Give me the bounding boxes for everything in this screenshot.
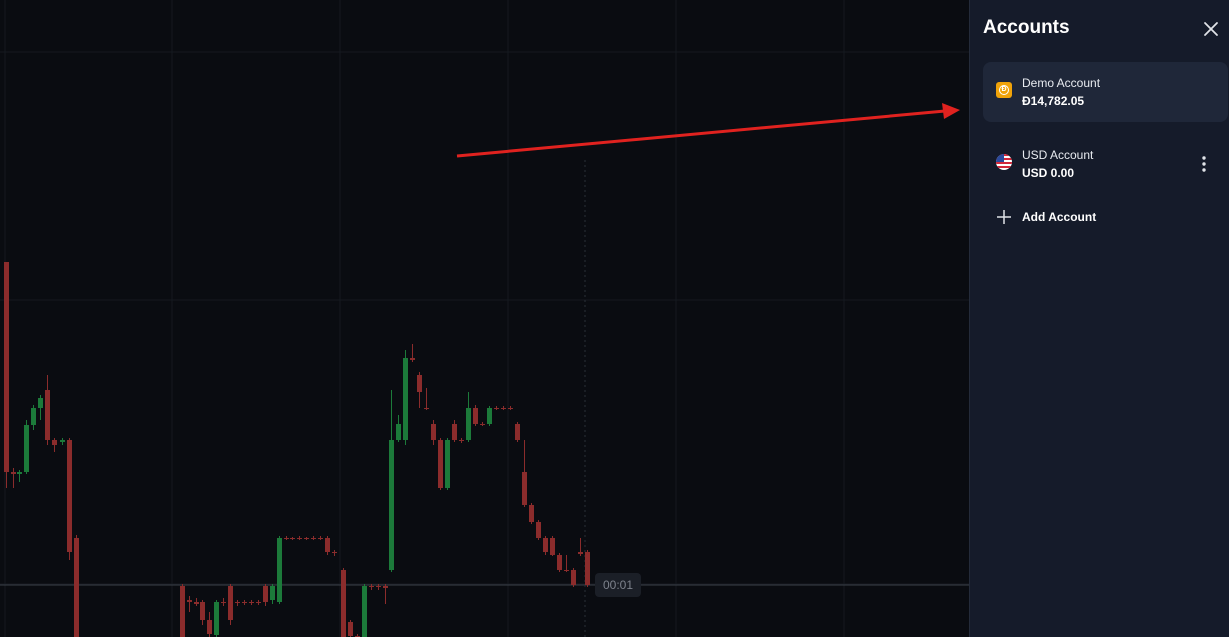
candle-body [242, 602, 247, 603]
candle-body [214, 602, 219, 635]
candle-body [501, 408, 506, 409]
us-flag-icon [996, 154, 1012, 170]
candle-body [550, 538, 555, 555]
candle-body [487, 408, 492, 424]
candle-body [452, 424, 457, 440]
candle-body [200, 602, 205, 620]
candle-body [431, 424, 436, 440]
account-name: USD Account [1022, 148, 1094, 162]
candle-body [341, 570, 346, 637]
annotation-arrow-head [942, 103, 960, 119]
candle-body [543, 538, 548, 552]
candle-body [369, 586, 374, 587]
candle-body [376, 586, 381, 587]
panel-title: Accounts [983, 17, 1070, 38]
account-item-demo[interactable]: Đ Demo Account Đ14,782.05 [983, 62, 1228, 122]
candle-body [297, 538, 302, 539]
price-chart[interactable]: 00:01 [0, 0, 969, 637]
candle-body [332, 552, 337, 553]
candle-body [24, 425, 29, 472]
candle-body [466, 408, 471, 440]
candle-body [522, 472, 527, 505]
candle-body [362, 586, 367, 637]
candle-body [473, 408, 478, 424]
candle-body [187, 600, 192, 602]
candlestick-chart [0, 0, 969, 637]
candle-body [256, 602, 261, 603]
candle-body [4, 262, 9, 472]
account-name: Demo Account [1022, 76, 1101, 90]
candle-body [207, 620, 212, 634]
candle-body [403, 358, 408, 440]
account-balance: Đ14,782.05 [1022, 94, 1085, 108]
accounts-panel: Accounts Đ Demo Account Đ14,782.05 USD A… [969, 0, 1229, 637]
candle-body [396, 424, 401, 440]
candle-body [536, 522, 541, 538]
candle-body [304, 538, 309, 539]
candle-body [529, 505, 534, 522]
candle-body [564, 570, 569, 571]
candle-body [480, 424, 485, 425]
add-account-label: Add Account [1022, 210, 1097, 224]
candle-body [571, 570, 576, 585]
account-item-usd[interactable]: USD Account USD 0.00 [983, 134, 1228, 194]
candle-body [410, 358, 415, 360]
candle-body [417, 375, 422, 392]
add-account-button[interactable]: Add Account [983, 202, 1163, 232]
candle-body [445, 440, 450, 488]
candle-body [45, 390, 50, 440]
candle-body [235, 602, 240, 603]
candle-body [52, 440, 57, 445]
close-icon [1204, 22, 1218, 36]
plus-icon [997, 210, 1011, 224]
candle-body [438, 440, 443, 488]
candle-body [311, 538, 316, 539]
candle-body [74, 538, 79, 637]
candle-body [290, 538, 295, 539]
candle-body [325, 538, 330, 552]
candle-body [318, 538, 323, 539]
demo-coin-icon: Đ [996, 82, 1012, 98]
candle-body [270, 586, 275, 600]
candle-body [515, 424, 520, 440]
candle-body [11, 472, 16, 474]
candle-body [31, 408, 36, 425]
candle-body [17, 472, 22, 474]
candle-body [263, 586, 268, 602]
candle-body [459, 440, 464, 441]
account-balance: USD 0.00 [1022, 166, 1075, 180]
candle-body [277, 538, 282, 602]
candle-timer-badge: 00:01 [595, 573, 641, 597]
candle-body [508, 408, 513, 409]
candle-body [557, 555, 562, 570]
candle-body [383, 586, 388, 588]
candle-body [249, 602, 254, 603]
more-options-icon[interactable] [1196, 154, 1212, 176]
candle-body [221, 602, 226, 603]
close-button[interactable] [1200, 18, 1222, 40]
candle-body [424, 408, 429, 409]
candle-body [60, 440, 65, 442]
candle-body [284, 538, 289, 539]
candle-body [194, 602, 199, 604]
annotation-arrow-line [456, 109, 946, 158]
candle-body [38, 398, 43, 408]
candle-body [578, 552, 583, 554]
candle-body [228, 586, 233, 620]
candle-body [67, 440, 72, 552]
candle-body [585, 552, 590, 585]
candle-body [494, 408, 499, 409]
candle-body [389, 440, 394, 570]
candle-body [348, 622, 353, 636]
candle-body [180, 586, 185, 637]
